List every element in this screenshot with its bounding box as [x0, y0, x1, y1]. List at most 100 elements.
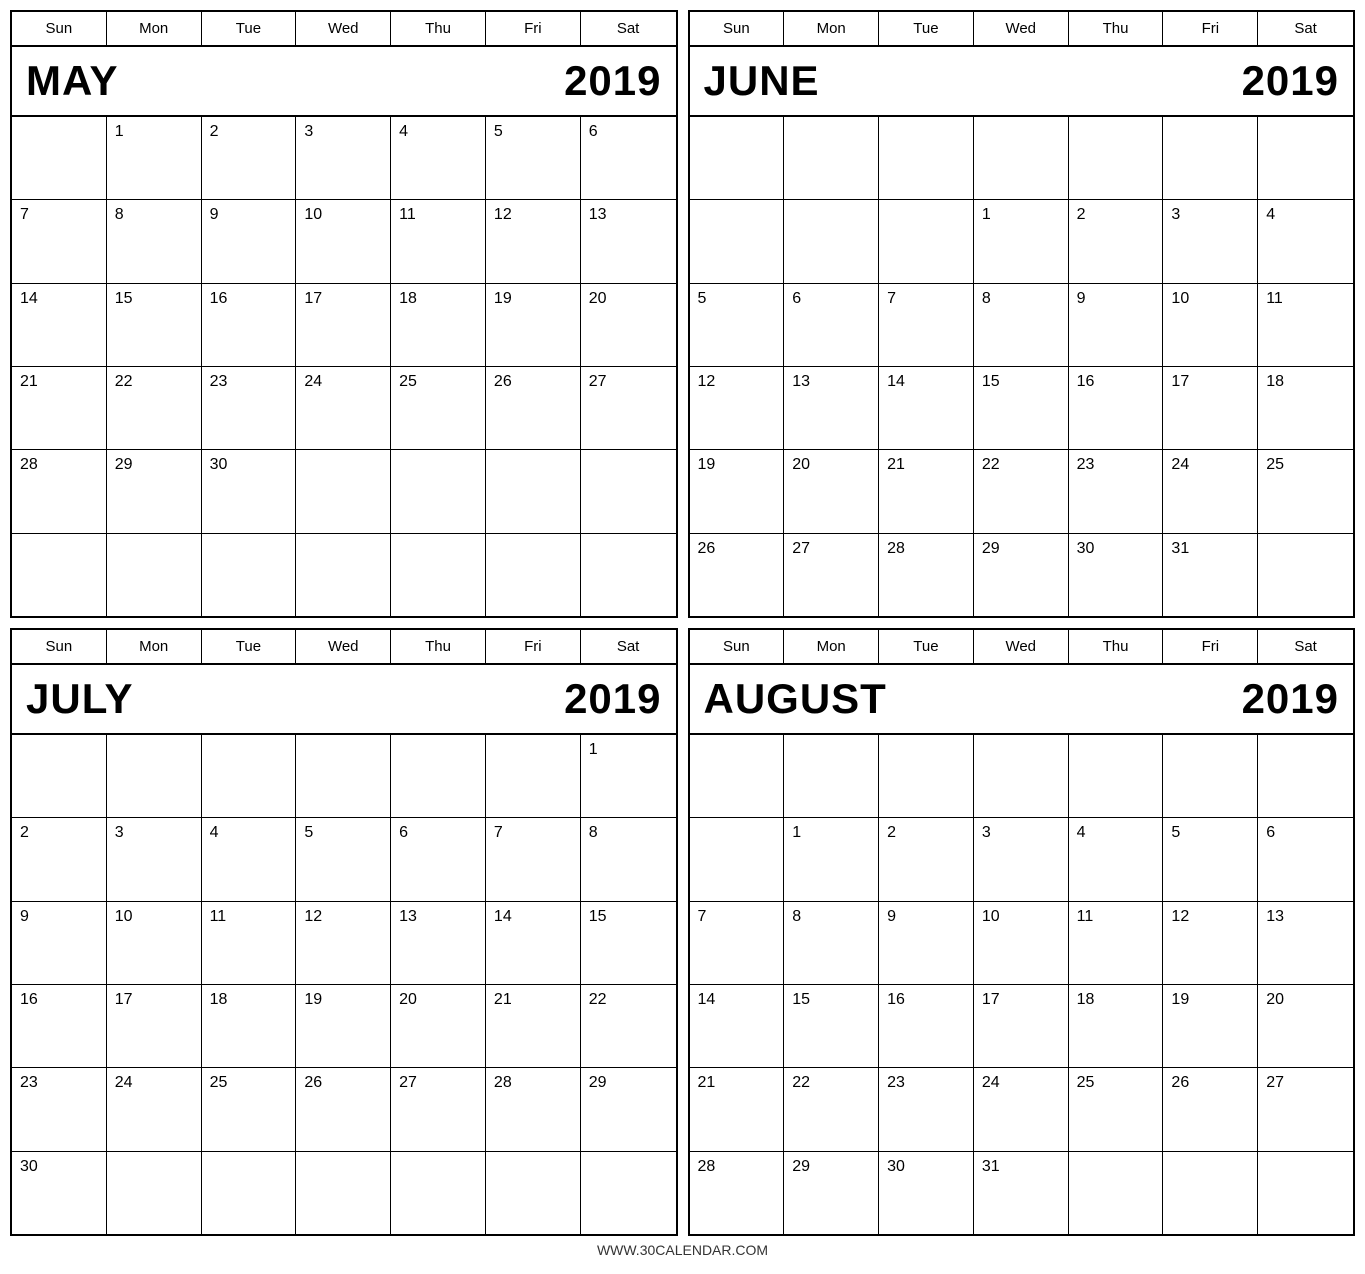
week-row: 14151617181920	[690, 984, 1354, 1067]
week-row: 30	[12, 1151, 676, 1234]
day-cell: 9	[879, 902, 974, 984]
calendar-july-2019: SunMonTueWedThuFriSatJULY201912345678910…	[10, 628, 678, 1236]
calendar-june-2019: SunMonTueWedThuFriSatJUNE201912345678910…	[688, 10, 1356, 618]
day-cell	[879, 117, 974, 199]
day-cell: 20	[581, 284, 676, 366]
day-cell	[296, 534, 391, 616]
day-header-fri: Fri	[1163, 12, 1258, 45]
day-cell: 10	[296, 200, 391, 282]
week-row: 282930	[12, 449, 676, 532]
day-cell: 17	[1163, 367, 1258, 449]
day-cell: 1	[974, 200, 1069, 282]
day-cell	[581, 1152, 676, 1234]
day-cell	[1163, 117, 1258, 199]
day-cell: 8	[974, 284, 1069, 366]
day-cell	[1258, 735, 1353, 817]
day-header-fri: Fri	[1163, 630, 1258, 663]
day-cell: 3	[1163, 200, 1258, 282]
day-cell: 29	[107, 450, 202, 532]
day-cell	[391, 534, 486, 616]
day-cell: 27	[391, 1068, 486, 1150]
week-row: 16171819202122	[12, 984, 676, 1067]
week-row: 19202122232425	[690, 449, 1354, 532]
day-cell: 21	[879, 450, 974, 532]
day-cell	[107, 735, 202, 817]
day-headers: SunMonTueWedThuFriSat	[12, 12, 676, 47]
day-cell: 26	[690, 534, 785, 616]
month-year-row: MAY2019	[12, 47, 676, 117]
day-headers: SunMonTueWedThuFriSat	[690, 630, 1354, 665]
day-cell: 6	[581, 117, 676, 199]
day-cell: 28	[879, 534, 974, 616]
day-cell	[1258, 534, 1353, 616]
day-cell: 18	[1258, 367, 1353, 449]
day-cell: 2	[1069, 200, 1164, 282]
day-cell: 14	[879, 367, 974, 449]
day-cell: 12	[296, 902, 391, 984]
day-cell	[391, 450, 486, 532]
day-cell: 19	[690, 450, 785, 532]
day-cell: 29	[581, 1068, 676, 1150]
day-cell: 28	[690, 1152, 785, 1234]
day-header-thu: Thu	[1069, 12, 1164, 45]
week-row	[12, 533, 676, 616]
day-cell: 4	[202, 818, 297, 900]
day-cell: 21	[12, 367, 107, 449]
day-cell: 9	[12, 902, 107, 984]
day-cell: 5	[1163, 818, 1258, 900]
day-cell	[1069, 735, 1164, 817]
day-header-thu: Thu	[391, 630, 486, 663]
day-cell: 24	[296, 367, 391, 449]
day-cell: 10	[107, 902, 202, 984]
day-cell: 8	[107, 200, 202, 282]
week-row: 23242526272829	[12, 1067, 676, 1150]
day-cell: 6	[391, 818, 486, 900]
day-cell: 26	[1163, 1068, 1258, 1150]
day-cell: 28	[12, 450, 107, 532]
footer: WWW.30CALENDAR.COM	[10, 1236, 1355, 1264]
day-cell: 12	[1163, 902, 1258, 984]
day-cell: 18	[391, 284, 486, 366]
day-cell: 13	[784, 367, 879, 449]
week-row	[690, 735, 1354, 817]
day-cell: 7	[690, 902, 785, 984]
month-year-row: JUNE2019	[690, 47, 1354, 117]
day-cell: 24	[107, 1068, 202, 1150]
day-header-wed: Wed	[296, 630, 391, 663]
day-cell: 13	[391, 902, 486, 984]
day-cell	[107, 534, 202, 616]
month-year-row: JULY2019	[12, 665, 676, 735]
day-cell: 27	[784, 534, 879, 616]
day-header-wed: Wed	[974, 12, 1069, 45]
day-cell: 31	[974, 1152, 1069, 1234]
day-cell	[974, 735, 1069, 817]
day-cell: 14	[12, 284, 107, 366]
day-cell: 17	[974, 985, 1069, 1067]
day-cell: 3	[974, 818, 1069, 900]
day-cell: 20	[784, 450, 879, 532]
day-cell: 23	[202, 367, 297, 449]
day-cell: 22	[107, 367, 202, 449]
day-cell: 14	[690, 985, 785, 1067]
weeks-grid: 1234567891011121314151617181920212223242…	[690, 735, 1354, 1234]
day-cell: 7	[12, 200, 107, 282]
day-cell	[486, 534, 581, 616]
day-header-fri: Fri	[486, 12, 581, 45]
day-cell: 11	[1258, 284, 1353, 366]
day-cell	[690, 200, 785, 282]
week-row: 2345678	[12, 817, 676, 900]
day-cell: 1	[107, 117, 202, 199]
day-cell: 3	[107, 818, 202, 900]
day-cell: 14	[486, 902, 581, 984]
day-header-tue: Tue	[879, 630, 974, 663]
month-name: AUGUST	[704, 675, 887, 723]
day-cell: 28	[486, 1068, 581, 1150]
day-cell: 2	[12, 818, 107, 900]
day-cell: 13	[581, 200, 676, 282]
day-cell: 8	[581, 818, 676, 900]
day-cell: 18	[1069, 985, 1164, 1067]
week-row: 1234	[690, 199, 1354, 282]
weeks-grid: 1234567891011121314151617181920212223242…	[690, 117, 1354, 616]
calendars-grid: SunMonTueWedThuFriSatMAY2019123456789101…	[10, 10, 1355, 1236]
day-cell: 26	[296, 1068, 391, 1150]
